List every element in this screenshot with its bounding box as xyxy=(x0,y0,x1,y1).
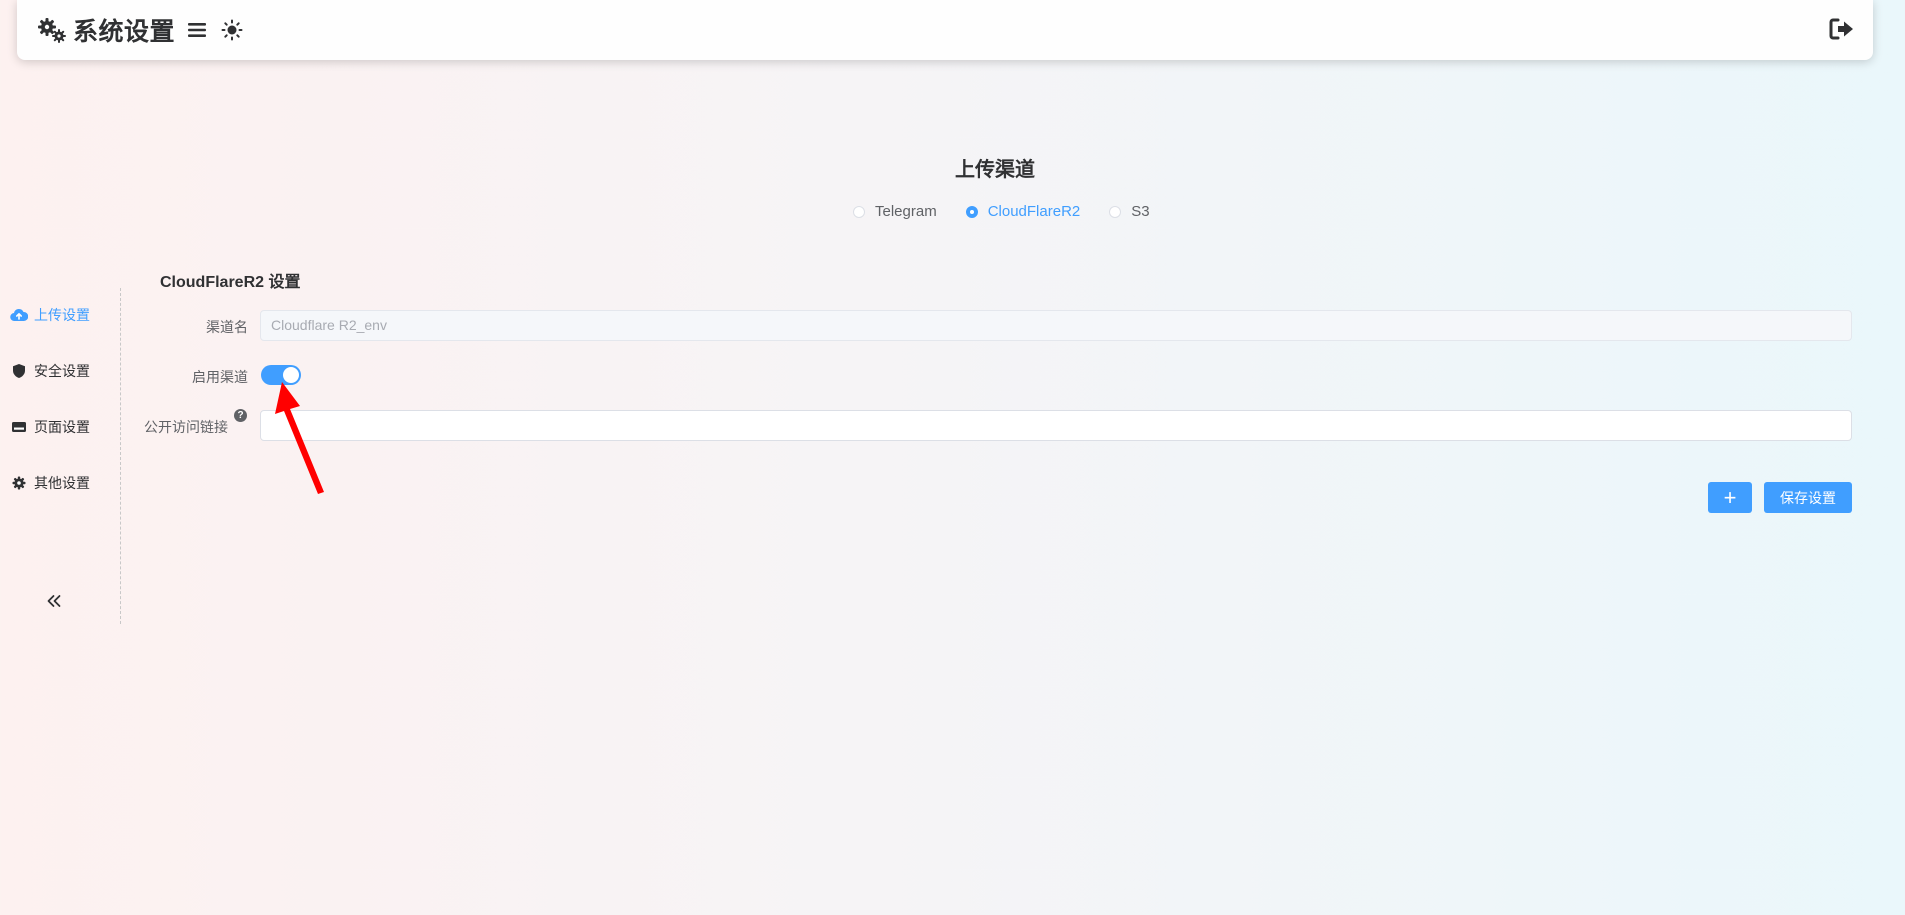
title-group: 系统设置 xyxy=(37,12,243,48)
radio-label: CloudFlareR2 xyxy=(987,203,1081,220)
gears-icon xyxy=(37,17,67,43)
radio-label: Telegram xyxy=(875,203,937,220)
radio-telegram[interactable]: Telegram xyxy=(853,203,937,220)
app-title: 系统设置 xyxy=(73,18,176,46)
channel-name-input: Cloudflare R2_env xyxy=(260,310,1852,341)
page-icon xyxy=(10,420,28,434)
sidebar-item-label: 其他设置 xyxy=(34,475,90,491)
hamburger-menu-icon[interactable] xyxy=(187,21,207,39)
channel-name-label: 渠道名 xyxy=(206,319,248,335)
save-settings-button[interactable]: 保存设置 xyxy=(1764,482,1852,513)
enable-channel-label: 启用渠道 xyxy=(192,369,248,385)
public-url-input[interactable] xyxy=(260,410,1852,441)
gear-icon xyxy=(10,476,28,490)
annotation-arrow-icon xyxy=(270,380,330,500)
radio-cloudflare-r2[interactable]: CloudFlareR2 xyxy=(965,203,1081,220)
help-icon[interactable]: ? xyxy=(234,409,247,422)
public-url-label: 公开访问链接 xyxy=(144,419,228,435)
settings-sidebar: 上传设置 安全设置 页面设置 其他设置 xyxy=(0,288,121,624)
add-channel-button[interactable]: + xyxy=(1708,482,1752,513)
cloud-upload-icon xyxy=(10,308,28,322)
section-title: CloudFlareR2 设置 xyxy=(160,274,301,291)
collapse-sidebar-icon[interactable] xyxy=(46,594,62,613)
radio-circle[interactable] xyxy=(965,205,978,218)
radio-circle[interactable] xyxy=(1109,205,1122,218)
upload-channel-title: 上传渠道 xyxy=(955,159,1035,181)
sidebar-item-label: 上传设置 xyxy=(34,307,90,323)
top-bar: 系统设置 xyxy=(17,0,1873,60)
radio-label: S3 xyxy=(1131,203,1150,220)
sidebar-item-security-settings[interactable]: 安全设置 xyxy=(10,361,90,381)
radio-circle[interactable] xyxy=(853,205,865,218)
radio-s3[interactable]: S3 xyxy=(1109,203,1150,220)
sidebar-item-label: 页面设置 xyxy=(34,419,90,435)
logout-icon[interactable] xyxy=(1829,17,1855,46)
shield-icon xyxy=(10,363,28,379)
sidebar-item-page-settings[interactable]: 页面设置 xyxy=(10,417,90,437)
channel-radio-group: Telegram CloudFlareR2 S3 xyxy=(853,203,1179,220)
sidebar-item-upload-settings[interactable]: 上传设置 xyxy=(10,305,90,325)
sidebar-item-label: 安全设置 xyxy=(34,363,90,379)
sidebar-item-other-settings[interactable]: 其他设置 xyxy=(10,473,90,493)
sun-icon[interactable] xyxy=(221,19,243,41)
